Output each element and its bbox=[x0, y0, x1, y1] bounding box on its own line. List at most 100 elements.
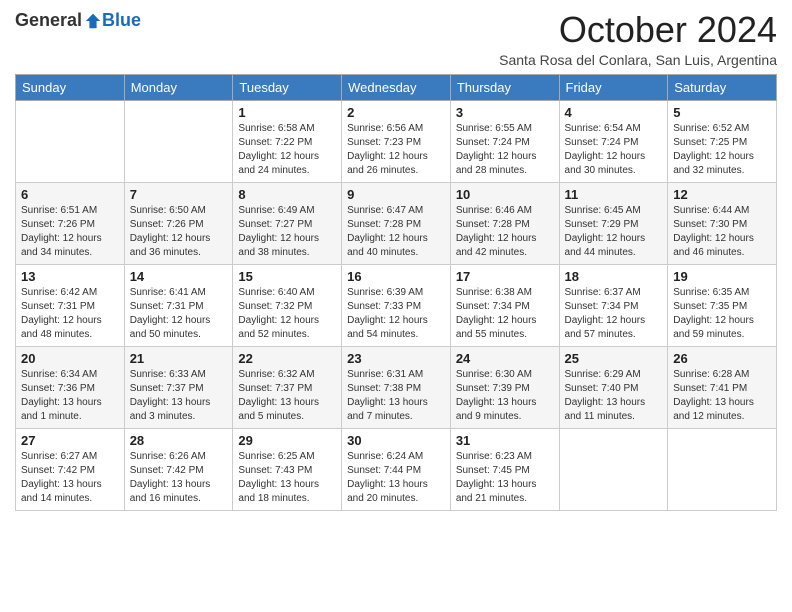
day-number: 29 bbox=[238, 433, 336, 448]
day-number: 28 bbox=[130, 433, 228, 448]
day-number: 27 bbox=[21, 433, 119, 448]
day-info: Sunrise: 6:28 AM Sunset: 7:41 PM Dayligh… bbox=[673, 368, 771, 424]
logo-general-text: General bbox=[15, 10, 82, 31]
day-info: Sunrise: 6:42 AM Sunset: 7:31 PM Dayligh… bbox=[21, 286, 119, 342]
calendar-row-1: 1 Sunrise: 6:58 AM Sunset: 7:22 PM Daylig… bbox=[16, 100, 777, 182]
table-row: 15 Sunrise: 6:40 AM Sunset: 7:32 PM Dayli… bbox=[233, 264, 342, 346]
day-info: Sunrise: 6:41 AM Sunset: 7:31 PM Dayligh… bbox=[130, 286, 228, 342]
day-number: 11 bbox=[565, 187, 663, 202]
day-info: Sunrise: 6:33 AM Sunset: 7:37 PM Dayligh… bbox=[130, 368, 228, 424]
day-number: 8 bbox=[238, 187, 336, 202]
day-info: Sunrise: 6:45 AM Sunset: 7:29 PM Dayligh… bbox=[565, 204, 663, 260]
day-number: 17 bbox=[456, 269, 554, 284]
day-info: Sunrise: 6:46 AM Sunset: 7:28 PM Dayligh… bbox=[456, 204, 554, 260]
day-number: 10 bbox=[456, 187, 554, 202]
day-info: Sunrise: 6:23 AM Sunset: 7:45 PM Dayligh… bbox=[456, 450, 554, 506]
col-sunday: Sunday bbox=[16, 74, 125, 100]
day-number: 12 bbox=[673, 187, 771, 202]
table-row: 22 Sunrise: 6:32 AM Sunset: 7:37 PM Dayli… bbox=[233, 346, 342, 428]
day-number: 2 bbox=[347, 105, 445, 120]
day-number: 7 bbox=[130, 187, 228, 202]
col-thursday: Thursday bbox=[450, 74, 559, 100]
day-number: 3 bbox=[456, 105, 554, 120]
day-number: 31 bbox=[456, 433, 554, 448]
day-info: Sunrise: 6:30 AM Sunset: 7:39 PM Dayligh… bbox=[456, 368, 554, 424]
col-wednesday: Wednesday bbox=[342, 74, 451, 100]
table-row: 7 Sunrise: 6:50 AM Sunset: 7:26 PM Daylig… bbox=[124, 182, 233, 264]
day-number: 26 bbox=[673, 351, 771, 366]
day-number: 5 bbox=[673, 105, 771, 120]
table-row: 28Sunrise: 6:26 AM Sunset: 7:42 PM Dayli… bbox=[124, 428, 233, 510]
day-info: Sunrise: 6:37 AM Sunset: 7:34 PM Dayligh… bbox=[565, 286, 663, 342]
col-friday: Friday bbox=[559, 74, 668, 100]
table-row: 9 Sunrise: 6:47 AM Sunset: 7:28 PM Daylig… bbox=[342, 182, 451, 264]
day-number: 21 bbox=[130, 351, 228, 366]
header: General Blue October 2024 Santa Rosa del… bbox=[15, 10, 777, 68]
day-number: 1 bbox=[238, 105, 336, 120]
table-row: 8 Sunrise: 6:49 AM Sunset: 7:27 PM Daylig… bbox=[233, 182, 342, 264]
day-number: 13 bbox=[21, 269, 119, 284]
table-row: 6 Sunrise: 6:51 AM Sunset: 7:26 PM Daylig… bbox=[16, 182, 125, 264]
day-info: Sunrise: 6:29 AM Sunset: 7:40 PM Dayligh… bbox=[565, 368, 663, 424]
day-info: Sunrise: 6:58 AM Sunset: 7:22 PM Dayligh… bbox=[238, 122, 336, 178]
day-info: Sunrise: 6:47 AM Sunset: 7:28 PM Dayligh… bbox=[347, 204, 445, 260]
day-number: 4 bbox=[565, 105, 663, 120]
day-number: 19 bbox=[673, 269, 771, 284]
logo: General Blue bbox=[15, 10, 141, 31]
location-subtitle: Santa Rosa del Conlara, San Luis, Argent… bbox=[499, 52, 777, 68]
table-row: 2 Sunrise: 6:56 AM Sunset: 7:23 PM Daylig… bbox=[342, 100, 451, 182]
table-row: 20 Sunrise: 6:34 AM Sunset: 7:36 PM Dayli… bbox=[16, 346, 125, 428]
table-row bbox=[16, 100, 125, 182]
table-row: 10 Sunrise: 6:46 AM Sunset: 7:28 PM Dayli… bbox=[450, 182, 559, 264]
table-row: 29 Sunrise: 6:25 AM Sunset: 7:43 PM Dayli… bbox=[233, 428, 342, 510]
logo-icon bbox=[84, 12, 102, 30]
table-row: 17Sunrise: 6:38 AM Sunset: 7:34 PM Dayli… bbox=[450, 264, 559, 346]
table-row: 12Sunrise: 6:44 AM Sunset: 7:30 PM Dayli… bbox=[668, 182, 777, 264]
table-row: 1 Sunrise: 6:58 AM Sunset: 7:22 PM Daylig… bbox=[233, 100, 342, 182]
day-number: 30 bbox=[347, 433, 445, 448]
table-row: 3 Sunrise: 6:55 AM Sunset: 7:24 PM Daylig… bbox=[450, 100, 559, 182]
day-info: Sunrise: 6:51 AM Sunset: 7:26 PM Dayligh… bbox=[21, 204, 119, 260]
table-row: 31 Sunrise: 6:23 AM Sunset: 7:45 PM Dayli… bbox=[450, 428, 559, 510]
logo-blue-text: Blue bbox=[102, 10, 141, 31]
table-row: 11 Sunrise: 6:45 AM Sunset: 7:29 PM Dayli… bbox=[559, 182, 668, 264]
day-number: 9 bbox=[347, 187, 445, 202]
day-info: Sunrise: 6:56 AM Sunset: 7:23 PM Dayligh… bbox=[347, 122, 445, 178]
col-tuesday: Tuesday bbox=[233, 74, 342, 100]
day-info: Sunrise: 6:31 AM Sunset: 7:38 PM Dayligh… bbox=[347, 368, 445, 424]
calendar-row-3: 13 Sunrise: 6:42 AM Sunset: 7:31 PM Dayli… bbox=[16, 264, 777, 346]
table-row: 19Sunrise: 6:35 AM Sunset: 7:35 PM Dayli… bbox=[668, 264, 777, 346]
table-row: 14Sunrise: 6:41 AM Sunset: 7:31 PM Dayli… bbox=[124, 264, 233, 346]
day-info: Sunrise: 6:50 AM Sunset: 7:26 PM Dayligh… bbox=[130, 204, 228, 260]
table-row: 16Sunrise: 6:39 AM Sunset: 7:33 PM Dayli… bbox=[342, 264, 451, 346]
day-number: 20 bbox=[21, 351, 119, 366]
day-number: 24 bbox=[456, 351, 554, 366]
table-row: 27 Sunrise: 6:27 AM Sunset: 7:42 PM Dayli… bbox=[16, 428, 125, 510]
day-info: Sunrise: 6:55 AM Sunset: 7:24 PM Dayligh… bbox=[456, 122, 554, 178]
table-row bbox=[668, 428, 777, 510]
day-number: 15 bbox=[238, 269, 336, 284]
day-number: 6 bbox=[21, 187, 119, 202]
day-info: Sunrise: 6:27 AM Sunset: 7:42 PM Dayligh… bbox=[21, 450, 119, 506]
table-row: 24 Sunrise: 6:30 AM Sunset: 7:39 PM Dayli… bbox=[450, 346, 559, 428]
col-saturday: Saturday bbox=[668, 74, 777, 100]
header-row: Sunday Monday Tuesday Wednesday Thursday… bbox=[16, 74, 777, 100]
calendar-page: General Blue October 2024 Santa Rosa del… bbox=[0, 0, 792, 612]
day-number: 18 bbox=[565, 269, 663, 284]
day-number: 25 bbox=[565, 351, 663, 366]
day-info: Sunrise: 6:54 AM Sunset: 7:24 PM Dayligh… bbox=[565, 122, 663, 178]
day-info: Sunrise: 6:40 AM Sunset: 7:32 PM Dayligh… bbox=[238, 286, 336, 342]
table-row: 13 Sunrise: 6:42 AM Sunset: 7:31 PM Dayli… bbox=[16, 264, 125, 346]
table-row: 25 Sunrise: 6:29 AM Sunset: 7:40 PM Dayli… bbox=[559, 346, 668, 428]
day-info: Sunrise: 6:49 AM Sunset: 7:27 PM Dayligh… bbox=[238, 204, 336, 260]
title-section: October 2024 Santa Rosa del Conlara, San… bbox=[499, 10, 777, 68]
day-info: Sunrise: 6:32 AM Sunset: 7:37 PM Dayligh… bbox=[238, 368, 336, 424]
day-info: Sunrise: 6:34 AM Sunset: 7:36 PM Dayligh… bbox=[21, 368, 119, 424]
table-row: 4 Sunrise: 6:54 AM Sunset: 7:24 PM Daylig… bbox=[559, 100, 668, 182]
day-info: Sunrise: 6:52 AM Sunset: 7:25 PM Dayligh… bbox=[673, 122, 771, 178]
table-row bbox=[124, 100, 233, 182]
day-number: 22 bbox=[238, 351, 336, 366]
table-row: 23Sunrise: 6:31 AM Sunset: 7:38 PM Dayli… bbox=[342, 346, 451, 428]
day-info: Sunrise: 6:25 AM Sunset: 7:43 PM Dayligh… bbox=[238, 450, 336, 506]
table-row: 5 Sunrise: 6:52 AM Sunset: 7:25 PM Daylig… bbox=[668, 100, 777, 182]
